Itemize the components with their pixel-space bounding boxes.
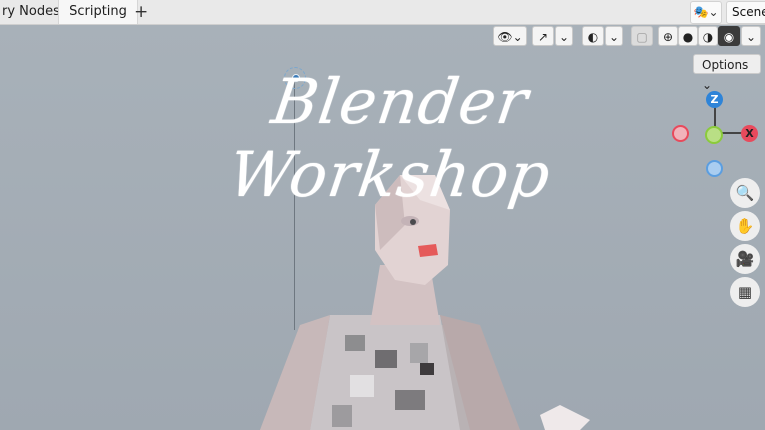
xray-toggle[interactable]: ▢ bbox=[631, 26, 653, 46]
3d-viewport[interactable]: Blender Workshop bbox=[0, 25, 765, 430]
gizmo-dropdown[interactable]: ⌄ bbox=[555, 26, 573, 46]
camera-icon: 🎥 bbox=[735, 250, 755, 268]
y-axis-button[interactable] bbox=[705, 126, 723, 144]
material-sphere-icon: ◑ bbox=[702, 30, 714, 44]
shading-wireframe-button[interactable]: ⊕ bbox=[658, 26, 678, 46]
overlay-dropdown[interactable]: ⌄ bbox=[605, 26, 623, 46]
tab-scripting[interactable]: Scripting bbox=[58, 0, 138, 24]
workspace-tab-bar: ry Nodes Scripting + 🎭⌄ Scene bbox=[0, 0, 765, 25]
eye-icon: 👁 bbox=[497, 30, 513, 44]
gizmo-icon: ↗ bbox=[537, 30, 549, 44]
negative-z-axis-button[interactable] bbox=[706, 160, 723, 177]
shading-rendered-button[interactable]: ◉ bbox=[718, 26, 740, 46]
x-axis-button[interactable]: X bbox=[741, 125, 758, 142]
shading-dropdown[interactable]: ⌄ bbox=[741, 26, 761, 46]
zoom-icon: 🔍 bbox=[735, 184, 755, 202]
grid-icon: ▦ bbox=[737, 283, 753, 301]
scene-selector-button[interactable]: 🎭⌄ bbox=[690, 1, 722, 24]
add-workspace-button[interactable]: + bbox=[128, 0, 154, 24]
negative-x-axis-button[interactable] bbox=[672, 125, 689, 142]
options-dropdown[interactable]: Options ⌄ bbox=[693, 54, 761, 92]
scene-name-field[interactable]: Scene bbox=[726, 1, 765, 24]
zoom-button[interactable]: 🔍 bbox=[730, 178, 760, 208]
hand-icon: ✋ bbox=[735, 217, 755, 235]
workshop-title-text: Blender Workshop bbox=[224, 65, 556, 211]
perspective-toggle-button[interactable]: ▦ bbox=[730, 277, 760, 307]
character-model bbox=[260, 175, 590, 430]
rendered-sphere-icon: ◉ bbox=[723, 30, 735, 44]
scene-icon: 🎭 bbox=[693, 5, 709, 19]
visibility-dropdown[interactable]: 👁⌄ bbox=[493, 26, 527, 46]
chevron-down-icon: ⌄ bbox=[608, 30, 620, 44]
chevron-down-icon: ⌄ bbox=[558, 30, 570, 44]
overlay-toggle[interactable]: ◐ bbox=[582, 26, 604, 46]
solid-sphere-icon: ● bbox=[682, 30, 694, 44]
shading-material-button[interactable]: ◑ bbox=[698, 26, 718, 46]
xray-icon: ▢ bbox=[636, 30, 648, 44]
wireframe-icon: ⊕ bbox=[662, 30, 674, 44]
pan-button[interactable]: ✋ bbox=[730, 211, 760, 241]
gizmo-toggle[interactable]: ↗ bbox=[532, 26, 554, 46]
z-axis-button[interactable]: Z bbox=[706, 91, 723, 108]
shading-solid-button[interactable]: ● bbox=[678, 26, 698, 46]
overlay-icon: ◐ bbox=[587, 30, 599, 44]
chevron-down-icon: ⌄ bbox=[745, 30, 757, 44]
camera-view-button[interactable]: 🎥 bbox=[730, 244, 760, 274]
